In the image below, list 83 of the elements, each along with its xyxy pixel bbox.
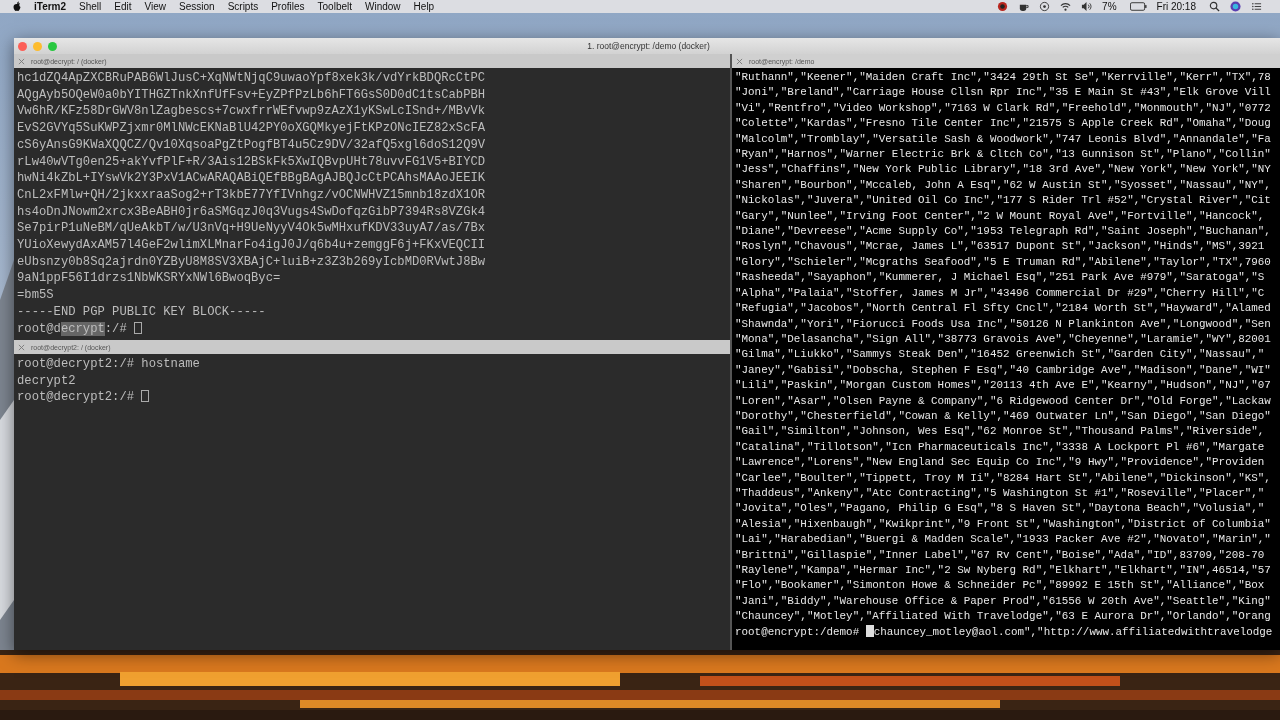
terminal-line: "Colette","Kardas","Fresno Tile Center Inc","21575 S Apple Creek Rd","Omaha","Doug bbox=[735, 116, 1272, 132]
battery-icon[interactable] bbox=[1129, 1, 1147, 12]
terminal-line: -----END PGP PUBLIC KEY BLOCK----- bbox=[17, 303, 267, 321]
apple-icon[interactable] bbox=[12, 0, 22, 13]
terminal-line: AQgAyb5OQeW0a0bYITHGZTnkXnfUfFsv+EyZPfPzLb6hFT6GsS0D0dC1tsCabPBH bbox=[17, 86, 487, 104]
prompt-text: root@encrypt:/demo# bbox=[735, 625, 861, 638]
terminal-line: "Joni","Breland","Carriage House Cllsn Rpr Inc","35 E Main St #43","Elk Grove Vill bbox=[735, 85, 1272, 101]
terminal-line: "Chauncey","Motley","Affiliated With Travelodge","63 E Aurora Dr","Orlando","Orang bbox=[735, 609, 1272, 625]
menu-item[interactable]: Session bbox=[179, 1, 215, 12]
menu-item[interactable]: View bbox=[144, 1, 167, 12]
terminal-line: "Refugia","Jacobos","North Central Fl Sfty Cncl","2184 Worth St","Hayward","Alamed bbox=[735, 301, 1272, 317]
terminal-line: "Gary","Nunlee","Irving Foot Center","2 W Mount Royal Ave","Fortville","Hancock", bbox=[735, 208, 1266, 224]
terminal-line: cS6yAnsG9KWaXQQCZ/Qv10XqsoaPgZtPogfBT4u5Cz9DV/32afQ5xgl6doS12Q9V bbox=[17, 136, 487, 154]
siri-icon[interactable] bbox=[1230, 1, 1241, 12]
list-icon[interactable] bbox=[1251, 1, 1262, 12]
search-icon[interactable] bbox=[1209, 1, 1220, 12]
menu-item[interactable]: Help bbox=[413, 1, 435, 12]
terminal-line: "Nickolas","Juvera","United Oil Co Inc","177 S Rider Trl #52","Crystal River","Cit bbox=[735, 193, 1272, 209]
terminal-line: "Thaddeus","Ankeny","Atc Contracting","5 Washington St #1","Roseville","Placer"," bbox=[735, 485, 1266, 501]
status-icon[interactable] bbox=[997, 1, 1009, 12]
prompt-text: :/# bbox=[104, 321, 128, 336]
terminal-line: "Carlee","Boulter","Tippett, Troy M Ii","8284 Hart St","Abilene","Dickinson","KS", bbox=[735, 470, 1272, 486]
terminal-line: eUbsnzy0b8Sq2ajrdn0YZByU8M8SV3XBAjC+luiB+z3Z3b269yIcbMD0RVwtJ8Bw bbox=[17, 253, 487, 271]
terminal-line: Se7pirP1uNeBM/qUeAkbT/w/U3nVq+H9UeNyyV4Ok5wMHxufKDV33uyA7/as/7Bx bbox=[17, 220, 487, 238]
terminal-line: "Dorothy","Chesterfield","Cowan & Kelly","469 Outwater Ln","San Diego","San Diego" bbox=[735, 408, 1272, 424]
menu-item[interactable]: Toolbelt bbox=[317, 1, 352, 12]
terminal-line: "Brittni","Gillaspie","Inner Label","67 Rv Cent","Boise","Ada","ID",83709,"208-70 bbox=[735, 547, 1266, 563]
clock[interactable]: Fri 20:18 bbox=[1156, 1, 1196, 12]
prompt-text: root@d bbox=[17, 321, 61, 336]
terminal-line: EvS2GVYq5SuKWPZjxmr0MlNWcEKNaBlU42PY0oXGQMkyejFtKPzONcIEZ82xScFA bbox=[17, 120, 487, 137]
terminal-line: "Lai","Harabedian","Buergi & Madden Scale","1933 Packer Ave #2","Novato","Marin"," bbox=[735, 532, 1272, 548]
terminal-line: "Rasheeda","Sayaphon","Kummerer, J Michael Esq","251 Park Ave #979","Saratoga","S bbox=[735, 270, 1266, 286]
terminal-line: hs4oDnJNowm2xrcx3BeABH0jr6aSMGqzJ0q3Vugs4SwDofqzGibP7394Rs8VZGk4 bbox=[17, 203, 487, 221]
terminal-line: "Flo","Bookamer","Simonton Howe & Schneider Pc","89992 E 15th St","Alliance","Box bbox=[735, 578, 1266, 594]
terminal-line: YUioXewydAxAM57l4GeF2wlimXLMnarFo4igJ0J/q6b4u+zemggF6j+FKxVEQCII bbox=[17, 237, 487, 254]
wifi-icon[interactable] bbox=[1060, 1, 1072, 12]
terminal-line: "Roslyn","Chavous","Mcrae, James L","63517 Dupont St","Jackson","Hinds","MS",3921 bbox=[735, 239, 1266, 255]
terminal-line: "Loren","Asar","Olsen Payne & Company","6 Ridgewood Center Dr","Old Forge","Lackaw bbox=[735, 393, 1272, 409]
volume-icon[interactable] bbox=[1081, 1, 1093, 12]
terminal-line: hwNi4kZbL+IYswVk2Y3PxV1ACwARAQABiQEfBBgBAgAJBQJcCtPCAhsMAAoJEEIK bbox=[17, 170, 487, 187]
terminal-line: decrypt2 bbox=[17, 372, 77, 390]
terminal-line: "Lawrence","Lorens","New England Sec Equip Co Inc","9 Hwy","Providence","Providen bbox=[735, 455, 1266, 471]
menu-item[interactable]: Shell bbox=[79, 1, 102, 12]
terminal-line: "Jovita","Oles","Pagano, Philip G Esq","8 S Haven St","Daytona Beach","Volusia"," bbox=[735, 501, 1266, 517]
terminal-line: "Gail","Similton","Johnson, Wes Esq","62 Monroe St","Thousand Palms","Riverside", bbox=[735, 424, 1266, 440]
terminal-line: "Catalina","Tillotson","Icn Pharmaceuticals Inc","3338 A Lockport Pl #6","Margate bbox=[735, 439, 1266, 455]
menu-item[interactable]: Window bbox=[365, 1, 401, 12]
terminal-line: "Janey","Gabisi","Dobscha, Stephen F Esq","40 Cambridge Ave","Madison","Dane","WI" bbox=[735, 362, 1272, 378]
prompt-text: root@decrypt2:/# bbox=[17, 390, 136, 405]
signal-icon[interactable] bbox=[1039, 1, 1051, 12]
terminal-line: CnL2xFMlw+QH/2jkxxraaSog2+rT3kbE77YfIVnhgz/vOCNWHVZ15mnb18zdX1OR bbox=[17, 186, 487, 204]
prompt-text: chauncey_motley@aol.com","http://www.affiliatedwithtravelodge bbox=[873, 625, 1273, 638]
terminal-line: "Ryan","Harnos","Warner Electric Brk & Cltch Co","13 Gunnison St","Plano","Collin" bbox=[735, 147, 1272, 163]
terminal-line: "Vi","Rentfro","Video Workshop","7163 W Clark Rd","Freehold","Monmouth","NJ","0772 bbox=[735, 100, 1272, 116]
menu-item[interactable]: Scripts bbox=[227, 1, 259, 12]
terminal-line: =bm5S bbox=[17, 287, 55, 304]
terminal-line: "Shawnda","Yori","Fiorucci Foods Usa Inc","50126 N Plankinton Ave","Longwood","Sen bbox=[735, 316, 1272, 332]
terminal-line: "Jess","Chaffins","New York Public Library","18 3rd Ave","New York","New York","NY bbox=[735, 162, 1272, 178]
terminal-line: rLw40wVTg0en25+akYvfPlF+R/3Ais12BSkFk5XwIQBvpUHt78uvvFG1V5+BIYCD bbox=[17, 153, 487, 171]
battery-percentage: 7% bbox=[1102, 1, 1117, 12]
terminal-line: Vw6hR/KFz58DrGWV8nlZagbescs+7cwxfrrWEfvwp9zAzX1yKSwLcISnd+/MBvVk bbox=[17, 103, 487, 121]
terminal-line: 9aN1ppF56I1drzs1NbWKSRYxNWl6BwoqByc= bbox=[17, 270, 282, 288]
terminal-line: "Gilma","Liukko","Sammys Steak Den","16452 Greenwich St","Garden City","Nassau"," bbox=[735, 347, 1266, 363]
terminal-line: "Alesia","Hixenbaugh","Kwikprint","9 Front St","Washington","District of Columbia" bbox=[735, 516, 1272, 532]
terminal-line: hc1dZQ4ApZXCBRuPAB6WlJusC+XqNWtNjqC9uwaoYpf8xek3k/vdYrkBDQRcCtPC bbox=[17, 70, 487, 87]
terminal-line: "Raylene","Kampa","Hermar Inc","2 Sw Nyberg Rd","Elkhart","Elkhart","IN",46514,"57 bbox=[735, 563, 1272, 578]
terminal-line: "Lili","Paskin","Morgan Custom Homes","20113 4th Ave E","Kearny","Hudson","NJ","07 bbox=[735, 378, 1272, 394]
terminal-line: "Diane","Devreese","Acme Supply Co","1953 Telegraph Rd","Saint Joseph","Buchanan", bbox=[735, 224, 1272, 240]
menu-item[interactable]: Edit bbox=[114, 1, 132, 12]
selected-text: ecrypt bbox=[60, 321, 105, 336]
terminal-line: "Alpha","Palaia","Stoffer, James M Jr","43496 Commercial Dr #29","Cherry Hill","C bbox=[735, 285, 1266, 301]
terminal-line: "Glory","Schieler","Mcgraths Seafood","5 E Truman Rd","Abilene","Taylor","TX",7960 bbox=[735, 254, 1272, 270]
terminal-line: root@decrypt2:/# hostname bbox=[17, 356, 201, 373]
terminal-line: "Malcolm","Tromblay","Versatile Sash & Woodwork","747 Leonis Blvd","Annandale","Fa bbox=[735, 131, 1272, 147]
terminal-line: "Mona","Delasancha","Sign All","38773 Gravois Ave","Cheyenne","Laramie","WY",82001 bbox=[735, 331, 1272, 347]
window-title: 1. root@encrypt: /demo (docker) bbox=[586, 41, 711, 51]
terminal-pane[interactable]: root@decrypt2:/# hostname decrypt2 root@decrypt2:/# bbox=[14, 354, 730, 650]
menu-item[interactable]: Profiles bbox=[271, 1, 305, 12]
terminal-pane[interactable] bbox=[732, 68, 1280, 650]
terminal-line: "Jani","Biddy","Warehouse Office & Paper Prod","61556 W 20th Ave","Seattle","King" bbox=[735, 593, 1272, 609]
terminal-line: "Ruthann","Keener","Maiden Craft Inc","3424 29th St Se","Kerrville","Kerr","TX",78 bbox=[735, 70, 1272, 85]
terminal-line: "Sharen","Bourbon","Mccaleb, John A Esq","62 W Austin St","Syosset","Nassau","NY", bbox=[735, 177, 1272, 193]
menu-item[interactable]: iTerm2 bbox=[34, 1, 67, 12]
